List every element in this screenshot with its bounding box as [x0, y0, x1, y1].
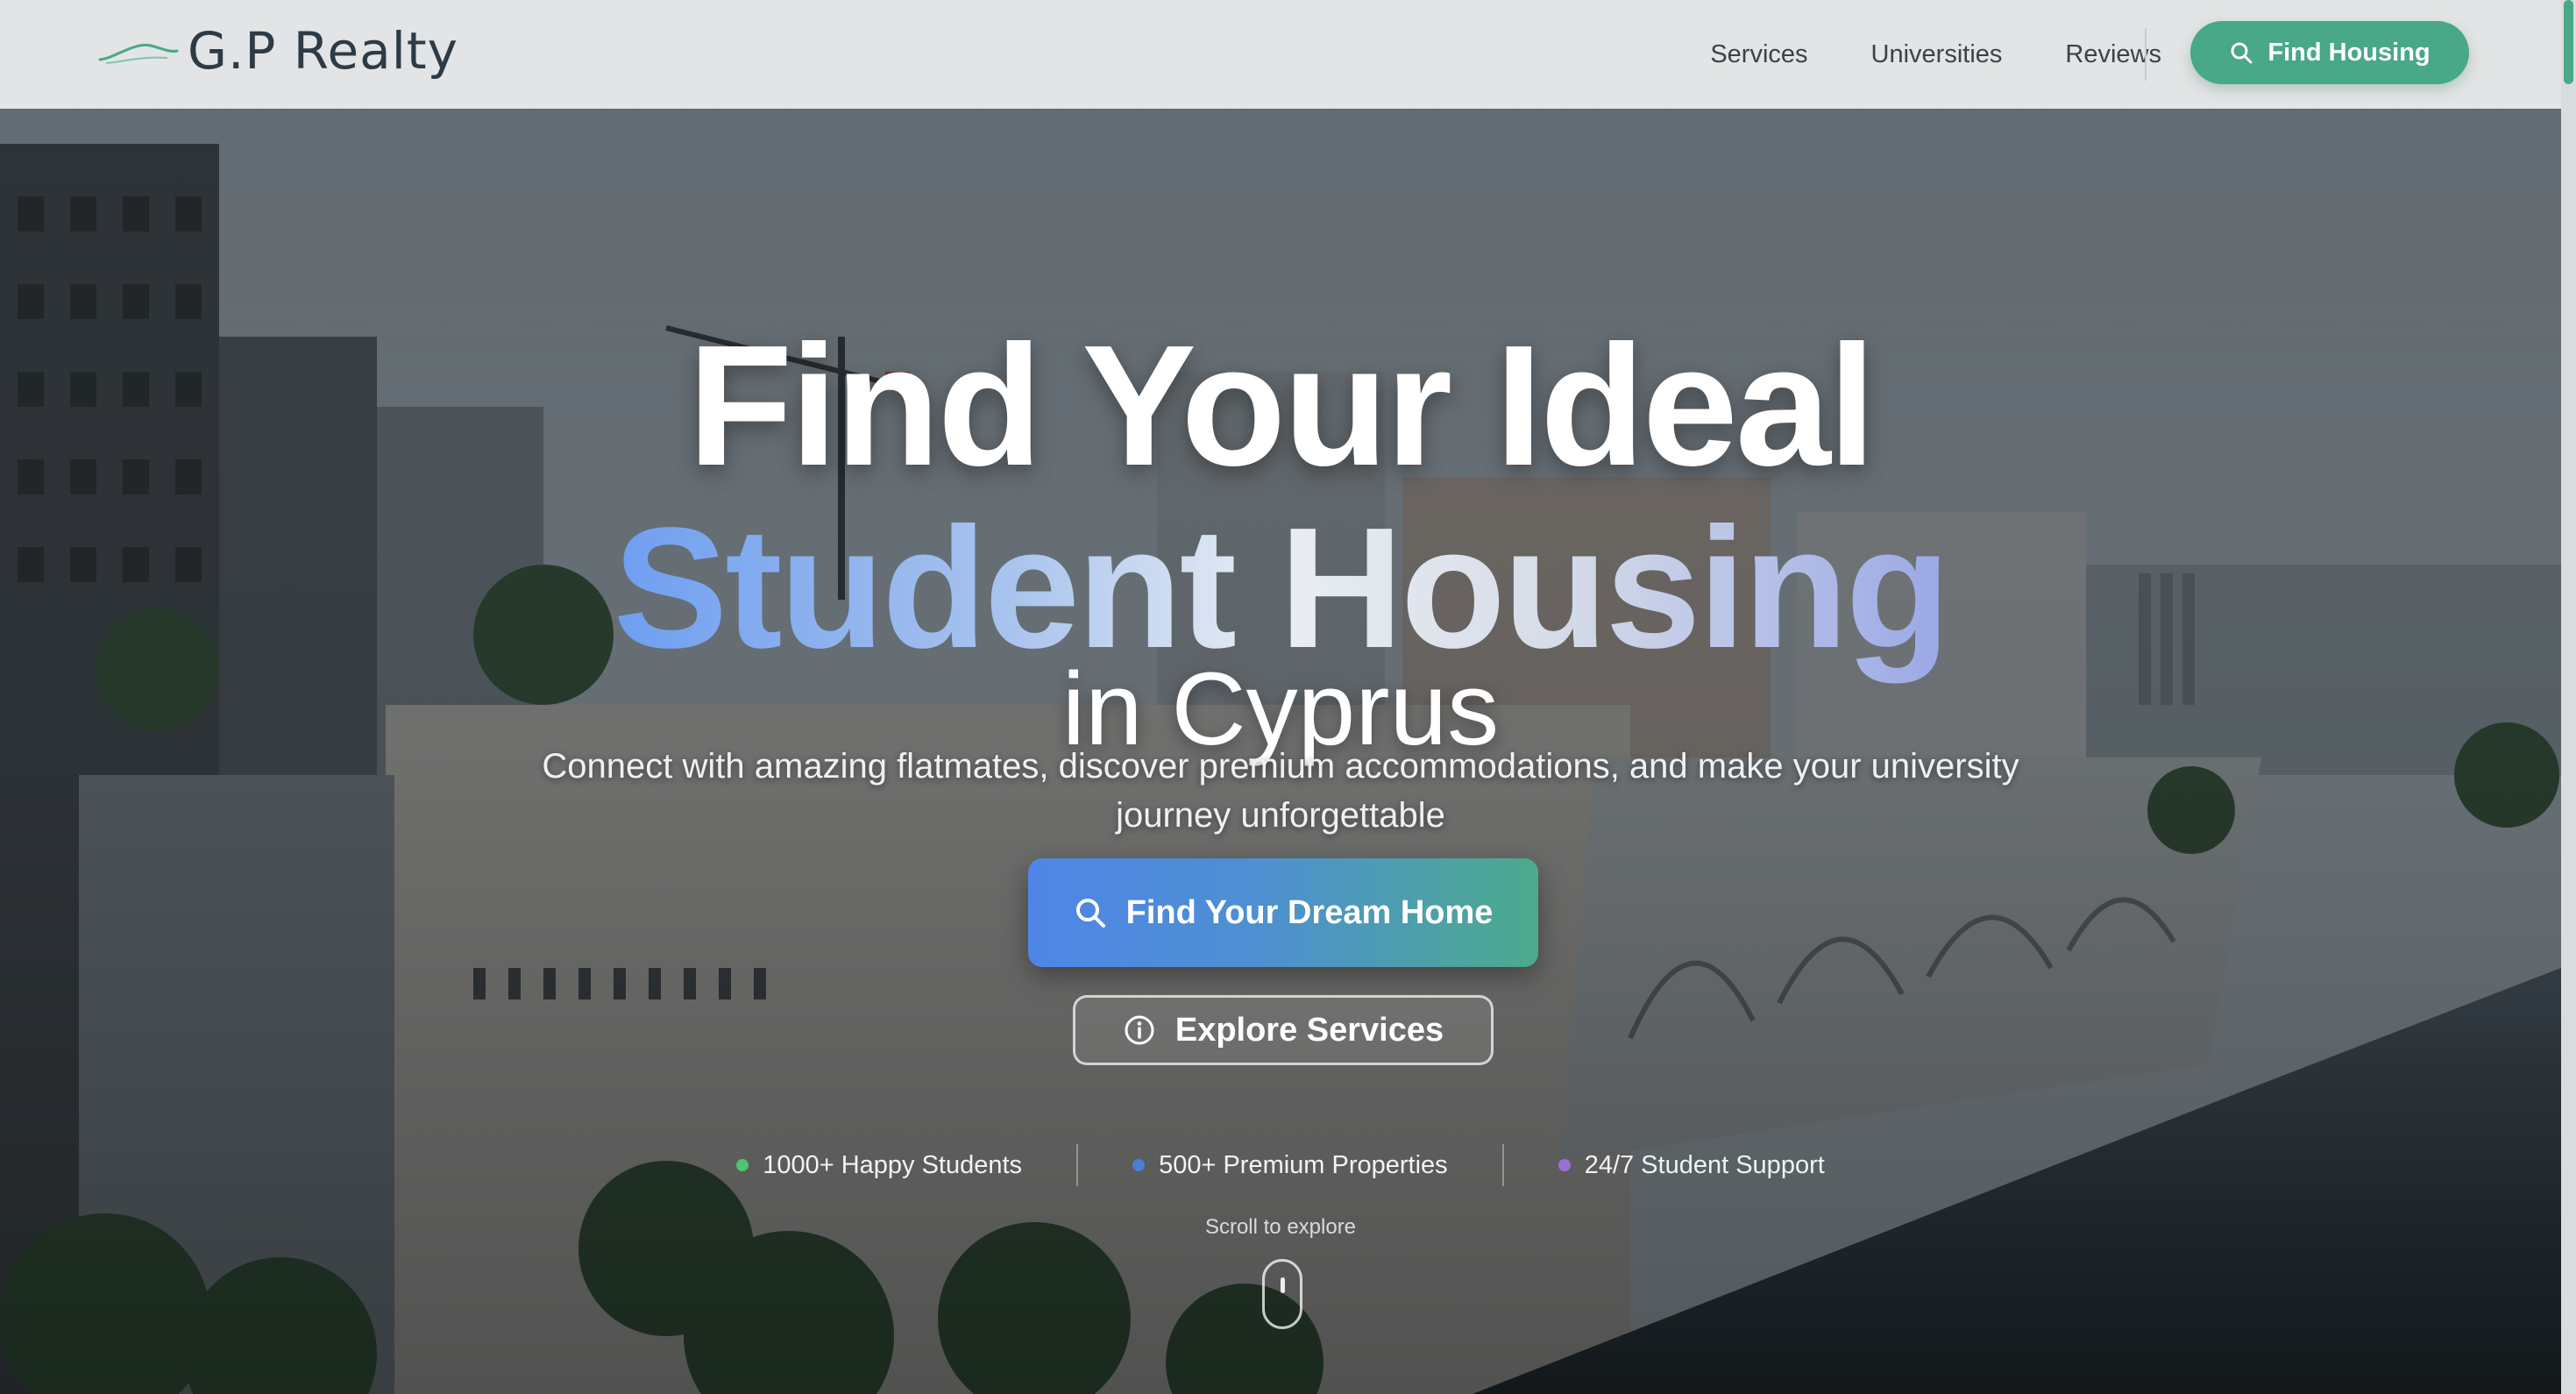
top-navbar: G.P Realty Services Universities Reviews… [0, 0, 2561, 109]
stat-dot-icon [1132, 1159, 1146, 1171]
nav-link-reviews[interactable]: Reviews [2065, 40, 2161, 69]
find-dream-home-label: Find Your Dream Home [1125, 893, 1494, 931]
mouse-wheel-indicator [1281, 1277, 1285, 1293]
nav-divider [2145, 28, 2147, 81]
hero-stats: 1000+ Happy Students 500+ Premium Proper… [0, 1143, 2561, 1187]
search-icon [2231, 42, 2253, 64]
wave-logo-icon [98, 43, 179, 64]
stat-dot-icon [736, 1159, 749, 1171]
stat-premium-properties: 500+ Premium Properties [1078, 1151, 1502, 1180]
scrollbar-thumb[interactable] [2564, 0, 2573, 84]
nav-link-universities[interactable]: Universities [1871, 40, 2003, 69]
stat-happy-students: 1000+ Happy Students [682, 1151, 1076, 1180]
hero-subtitle: Connect with amazing flatmates, discover… [542, 747, 2019, 835]
hero-section: Find Your Ideal Student Housing in Cypru… [0, 109, 2561, 1394]
find-housing-label: Find Housing [2267, 38, 2431, 67]
stat-dot-icon [1558, 1159, 1571, 1171]
stat-student-support: 24/7 Student Support [1504, 1151, 1879, 1180]
explore-services-label: Explore Services [1174, 1011, 1444, 1049]
nav-link-services[interactable]: Services [1710, 40, 1807, 69]
brand-name: G.P Realty [188, 21, 458, 81]
hero-headline-line2: Student Housing [0, 502, 2561, 674]
search-icon [1075, 899, 1105, 928]
stat-label: 24/7 Student Support [1584, 1150, 1825, 1179]
scroll-to-explore-label: Scroll to explore [1204, 1215, 1357, 1239]
primary-nav: Services Universities Reviews [1710, 0, 2161, 109]
find-housing-button[interactable]: Find Housing [2190, 21, 2469, 84]
stat-label: 500+ Premium Properties [1159, 1150, 1448, 1179]
page-scrollbar[interactable] [2561, 0, 2576, 1394]
find-dream-home-button[interactable]: Find Your Dream Home [1028, 858, 1538, 967]
hero-headline-line1: Find Your Ideal [687, 309, 1877, 502]
stat-label: 1000+ Happy Students [763, 1150, 1023, 1179]
scroll-mouse-icon[interactable] [1262, 1259, 1302, 1329]
info-icon [1125, 1015, 1154, 1045]
brand-logo[interactable]: G.P Realty [98, 19, 458, 82]
explore-services-button[interactable]: Explore Services [1073, 995, 1494, 1065]
